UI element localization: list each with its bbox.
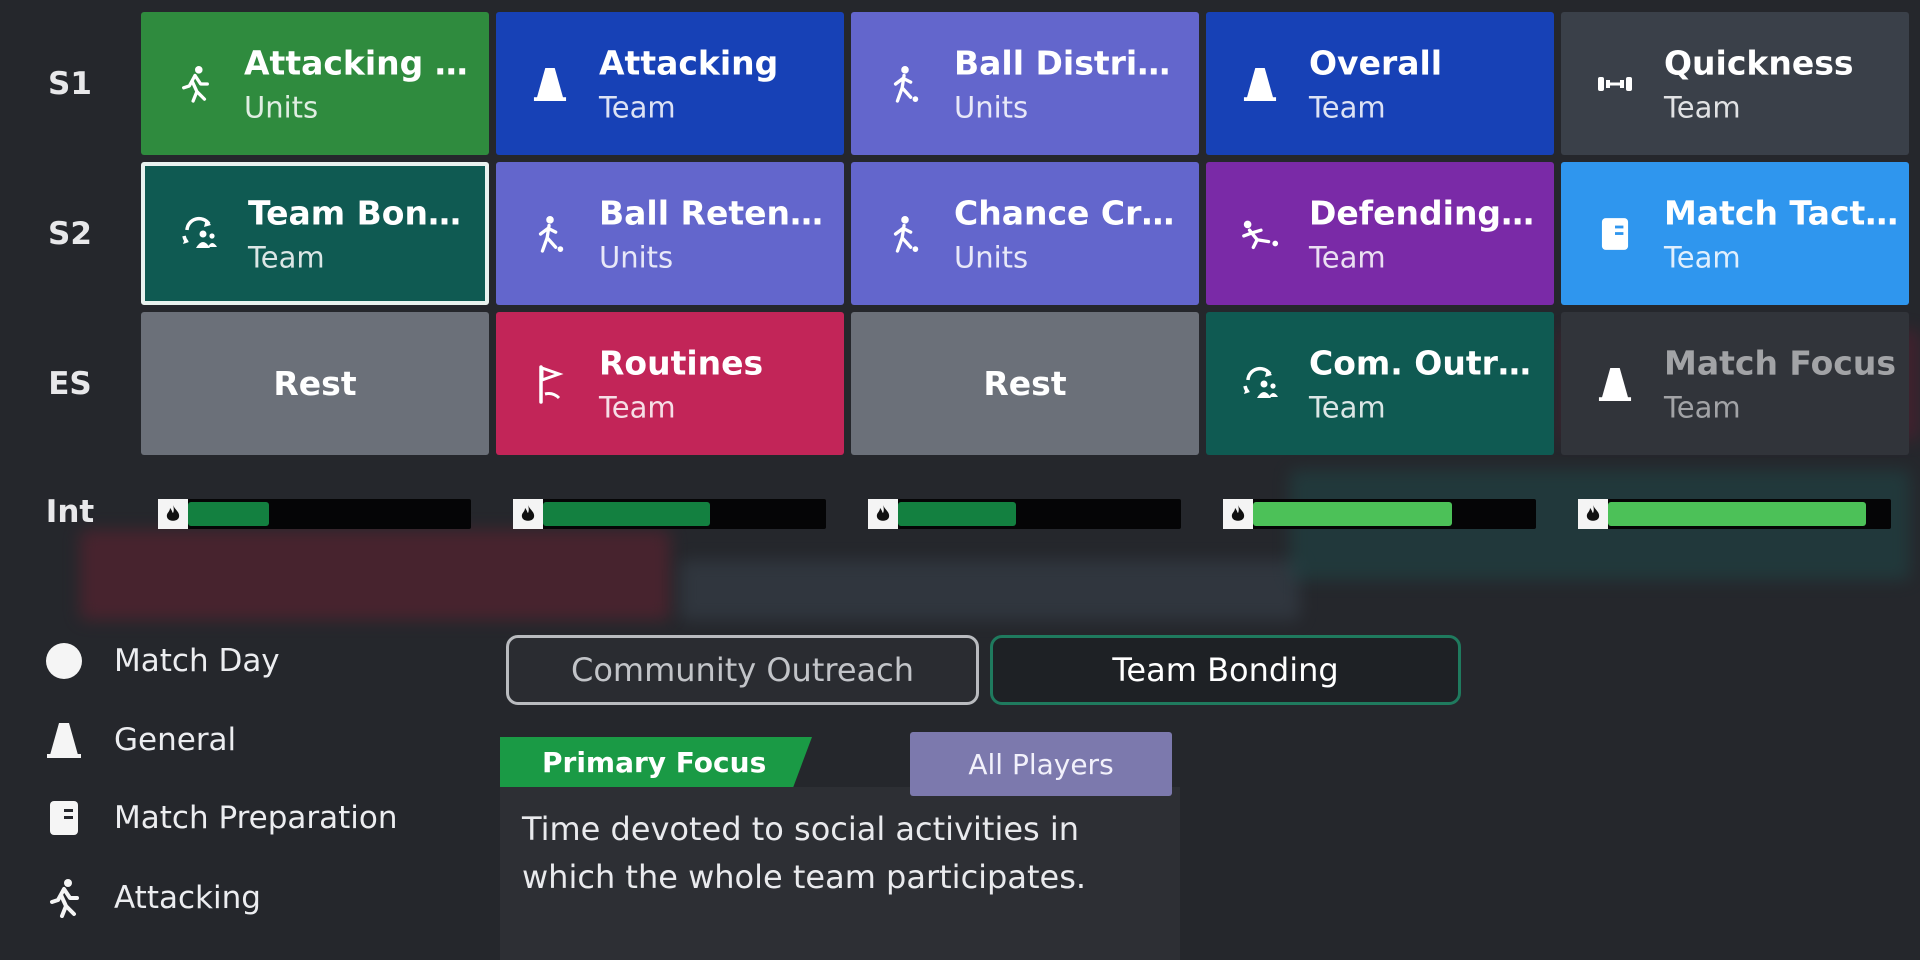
- session-s1-1[interactable]: Attacking Direct Units: [141, 12, 489, 155]
- legend-match-preparation: Match Preparation: [44, 798, 398, 838]
- session-scope: Units: [244, 90, 319, 124]
- kicking-person-icon: [885, 214, 925, 254]
- session-title: Attacking Direct: [244, 43, 479, 82]
- legend-attacking: Attacking: [44, 878, 261, 918]
- corner-flag-icon: [530, 364, 570, 404]
- session-s2-2[interactable]: Ball Retention Units: [496, 162, 844, 305]
- intensity-fill: [1253, 502, 1452, 526]
- flame-icon: [1578, 499, 1608, 529]
- session-title: Match Focus: [1664, 343, 1896, 382]
- circle-icon: [44, 641, 84, 681]
- session-es-3[interactable]: Rest: [851, 312, 1199, 455]
- session-scope: Units: [599, 240, 674, 274]
- session-scope: Team: [1664, 90, 1741, 124]
- legend-general: General: [44, 720, 236, 760]
- kicking-person-icon: [885, 64, 925, 104]
- running-person-icon: [44, 878, 84, 918]
- session-scope: Team: [1664, 240, 1741, 274]
- session-es-1[interactable]: Rest: [141, 312, 489, 455]
- intensity-fill: [188, 502, 269, 526]
- intensity-bar-4[interactable]: [1223, 499, 1536, 529]
- kicking-person-icon: [530, 214, 570, 254]
- legend-label: Match Preparation: [114, 800, 398, 836]
- session-scope: Team: [248, 240, 325, 274]
- row-label-int: Int: [45, 494, 95, 530]
- row-label-s2: S2: [48, 216, 92, 252]
- session-title: Rest: [983, 364, 1067, 403]
- row-label-es: ES: [48, 366, 92, 402]
- session-scope: Team: [1664, 390, 1741, 424]
- session-s1-4[interactable]: Overall Team: [1206, 12, 1554, 155]
- session-s1-2[interactable]: Attacking Team: [496, 12, 844, 155]
- clipboard-icon: [44, 798, 84, 838]
- session-title: Com. Outreach: [1309, 343, 1544, 382]
- legend-label: Attacking: [114, 880, 261, 916]
- session-s2-4[interactable]: Defending from the... Team: [1206, 162, 1554, 305]
- session-title: Quickness: [1664, 43, 1854, 82]
- session-s2-3[interactable]: Chance Creation Units: [851, 162, 1199, 305]
- cone-icon: [530, 64, 570, 104]
- tab-community-outreach[interactable]: Community Outreach: [506, 635, 979, 705]
- clipboard-icon: [1595, 214, 1635, 254]
- session-title: Routines: [599, 343, 764, 382]
- flame-icon: [1223, 499, 1253, 529]
- session-title: Attacking: [599, 43, 779, 82]
- intensity-fill: [1608, 502, 1866, 526]
- session-title: Chance Creation: [954, 193, 1189, 232]
- flame-icon: [868, 499, 898, 529]
- session-title: Overall: [1309, 43, 1443, 82]
- all-players-button[interactable]: All Players: [910, 732, 1172, 796]
- intensity-fill: [898, 502, 1016, 526]
- session-scope: Units: [954, 240, 1029, 274]
- cone-icon: [1595, 364, 1635, 404]
- session-title: Ball Retention: [599, 193, 834, 232]
- session-scope: Team: [599, 90, 676, 124]
- session-title: Rest: [273, 364, 357, 403]
- session-title: Defending from the...: [1309, 193, 1544, 232]
- dumbbell-icon: [1595, 64, 1635, 104]
- intensity-bar-5[interactable]: [1578, 499, 1891, 529]
- intensity-bar-1[interactable]: [158, 499, 471, 529]
- running-person-icon: [175, 64, 215, 104]
- session-scope: Team: [1309, 90, 1386, 124]
- session-title: Match Tactics: [1664, 193, 1899, 232]
- cone-icon: [44, 720, 84, 760]
- tab-team-bonding[interactable]: Team Bonding: [990, 635, 1461, 705]
- flame-icon: [158, 499, 188, 529]
- row-label-s1: S1: [48, 66, 92, 102]
- session-title: Team Bonding: [248, 193, 475, 232]
- session-s2-1[interactable]: Team Bonding Team: [141, 162, 489, 305]
- team-cycle-icon: [1240, 364, 1280, 404]
- session-title: Ball Distribution: [954, 43, 1189, 82]
- session-scope: Team: [1309, 240, 1386, 274]
- session-description: Time devoted to social activities in whi…: [522, 810, 1087, 896]
- session-es-2[interactable]: Routines Team: [496, 312, 844, 455]
- primary-focus-tag: Primary Focus: [500, 737, 812, 787]
- legend-label: Match Day: [114, 643, 280, 679]
- cone-icon: [1240, 64, 1280, 104]
- team-cycle-icon: [179, 214, 219, 254]
- session-scope: Team: [1309, 390, 1386, 424]
- intensity-fill: [543, 502, 710, 526]
- session-es-4[interactable]: Com. Outreach Team: [1206, 312, 1554, 455]
- session-s1-5[interactable]: Quickness Team: [1561, 12, 1909, 155]
- intensity-bar-3[interactable]: [868, 499, 1181, 529]
- session-es-5[interactable]: Match Focus Team: [1561, 312, 1909, 455]
- session-scope: Units: [954, 90, 1029, 124]
- tackle-icon: [1240, 214, 1280, 254]
- session-s2-5[interactable]: Match Tactics Team: [1561, 162, 1909, 305]
- intensity-bar-2[interactable]: [513, 499, 826, 529]
- legend-match-day: Match Day: [44, 641, 280, 681]
- session-scope: Team: [599, 390, 676, 424]
- flame-icon: [513, 499, 543, 529]
- legend-label: General: [114, 722, 237, 758]
- session-s1-3[interactable]: Ball Distribution Units: [851, 12, 1199, 155]
